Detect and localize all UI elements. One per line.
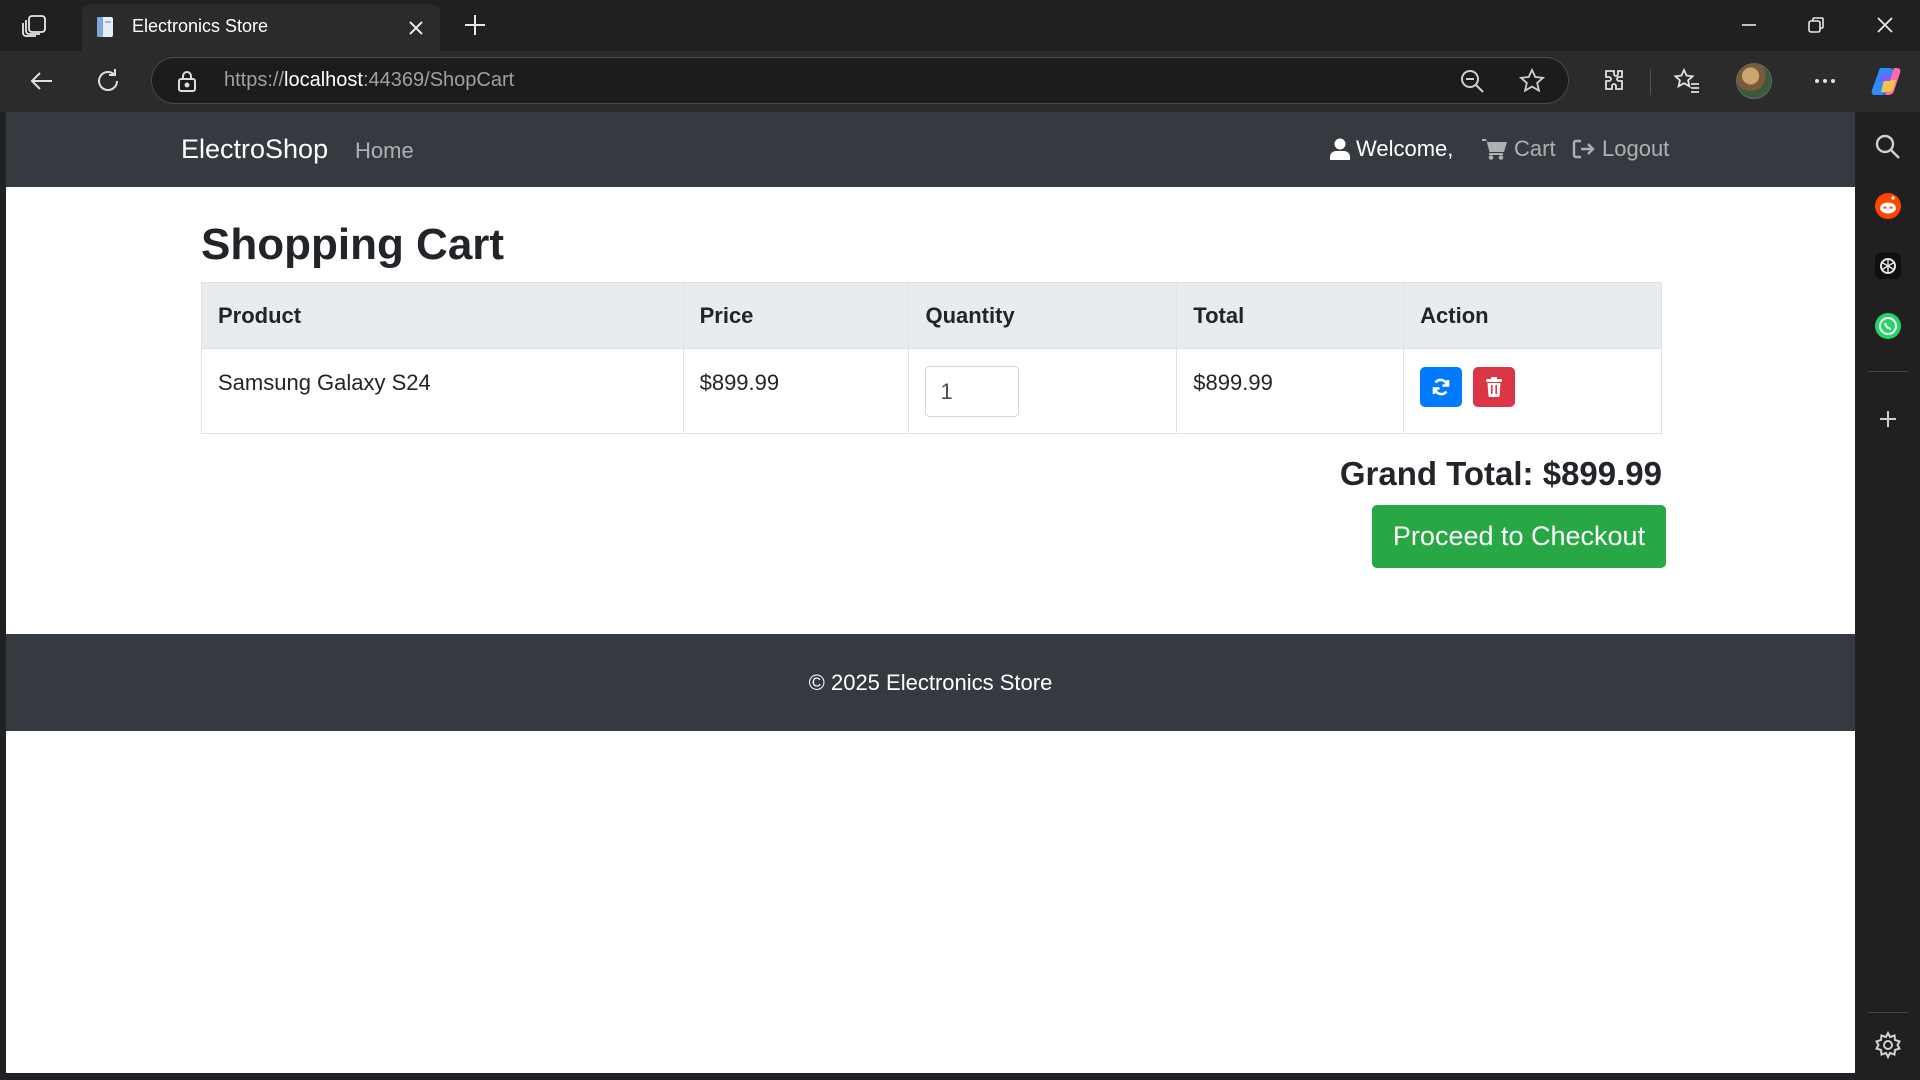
page-favicon-icon [94,15,118,39]
url-text[interactable]: https://localhost:44369/ShopCart [224,69,514,92]
brand-link[interactable]: ElectroShop [181,134,328,165]
more-options-icon[interactable] [1810,66,1840,96]
column-header-action: Action [1403,282,1662,349]
shopping-cart-icon [1482,139,1507,160]
grand-total: Grand Total: $899.99 [1339,455,1662,492]
address-bar[interactable]: https://localhost:44369/ShopCart [151,57,1569,104]
back-icon[interactable] [27,66,57,96]
browser-tab-bar: Electronics Store [0,0,1920,51]
column-header-total: Total [1176,282,1405,349]
page-title: Shopping Cart [201,220,505,269]
favorite-star-icon[interactable] [1518,67,1546,95]
sign-out-icon [1572,139,1595,159]
site-footer: © 2025 Electronics Store [6,634,1855,731]
proceed-to-checkout-button[interactable]: Proceed to Checkout [1372,505,1666,568]
copilot-icon[interactable] [1870,64,1904,98]
sidebar-divider [1868,371,1908,372]
quantity-input[interactable] [925,366,1020,417]
tab-actions-icon[interactable] [20,13,56,39]
chatgpt-icon[interactable] [1873,251,1903,281]
refresh-page-icon[interactable] [93,66,123,96]
extensions-icon[interactable] [1599,66,1629,96]
close-window-icon[interactable] [1872,12,1898,38]
column-header-price: Price [682,282,910,349]
welcome-label: Welcome, [1356,136,1454,161]
cell-price: $899.99 [682,348,910,434]
trash-icon [1486,377,1503,397]
active-tab[interactable]: Electronics Store [82,4,440,51]
table-row: Samsung Galaxy S24 $899.99 $899.99 [201,348,1662,434]
remove-item-button[interactable] [1473,367,1516,407]
column-header-quantity: Quantity [908,282,1178,349]
page-viewport: ElectroShop Home Welcome, Cart Logout Sh… [6,112,1855,1073]
browser-sidebar [1855,112,1920,1080]
cell-total: $899.99 [1176,348,1405,434]
sidebar-add-icon[interactable] [1873,404,1903,434]
cell-product-name: Samsung Galaxy S24 [201,348,684,434]
minimize-icon[interactable] [1736,12,1762,38]
favorites-icon[interactable] [1672,66,1702,96]
site-navbar: ElectroShop Home Welcome, Cart Logout [6,112,1855,187]
cell-quantity [908,348,1178,434]
nav-logout-link[interactable]: Logout [1572,136,1669,162]
lock-icon[interactable] [176,69,198,93]
sidebar-settings-icon[interactable] [1873,1030,1903,1060]
toolbar-separator [1650,69,1651,95]
nav-logout-label: Logout [1602,136,1670,161]
tab-close-icon[interactable] [404,16,428,40]
sidebar-divider [1868,1012,1908,1013]
user-icon [1330,138,1350,160]
column-header-product: Product [201,282,684,349]
browser-toolbar: https://localhost:44369/ShopCart [0,51,1920,112]
cart-table: Product Price Quantity Total Action Sams… [201,282,1662,434]
zoom-out-icon[interactable] [1458,67,1486,95]
refresh-icon [1432,378,1450,396]
update-quantity-button[interactable] [1420,367,1463,407]
tab-title: Electronics Store [132,16,269,36]
nav-cart-link[interactable]: Cart [1482,136,1556,162]
welcome-text: Welcome, [1330,136,1453,162]
whatsapp-icon[interactable] [1873,311,1903,341]
cell-actions [1403,348,1662,434]
table-header-row: Product Price Quantity Total Action [201,282,1662,349]
footer-text: © 2025 Electronics Store [808,669,1053,695]
nav-cart-label: Cart [1514,136,1556,161]
reddit-icon[interactable] [1873,191,1903,221]
restore-icon[interactable] [1803,12,1829,38]
sidebar-search-icon[interactable] [1873,132,1903,162]
profile-avatar[interactable] [1736,63,1772,99]
new-tab-icon[interactable] [462,12,488,38]
nav-home-link[interactable]: Home [355,138,414,164]
